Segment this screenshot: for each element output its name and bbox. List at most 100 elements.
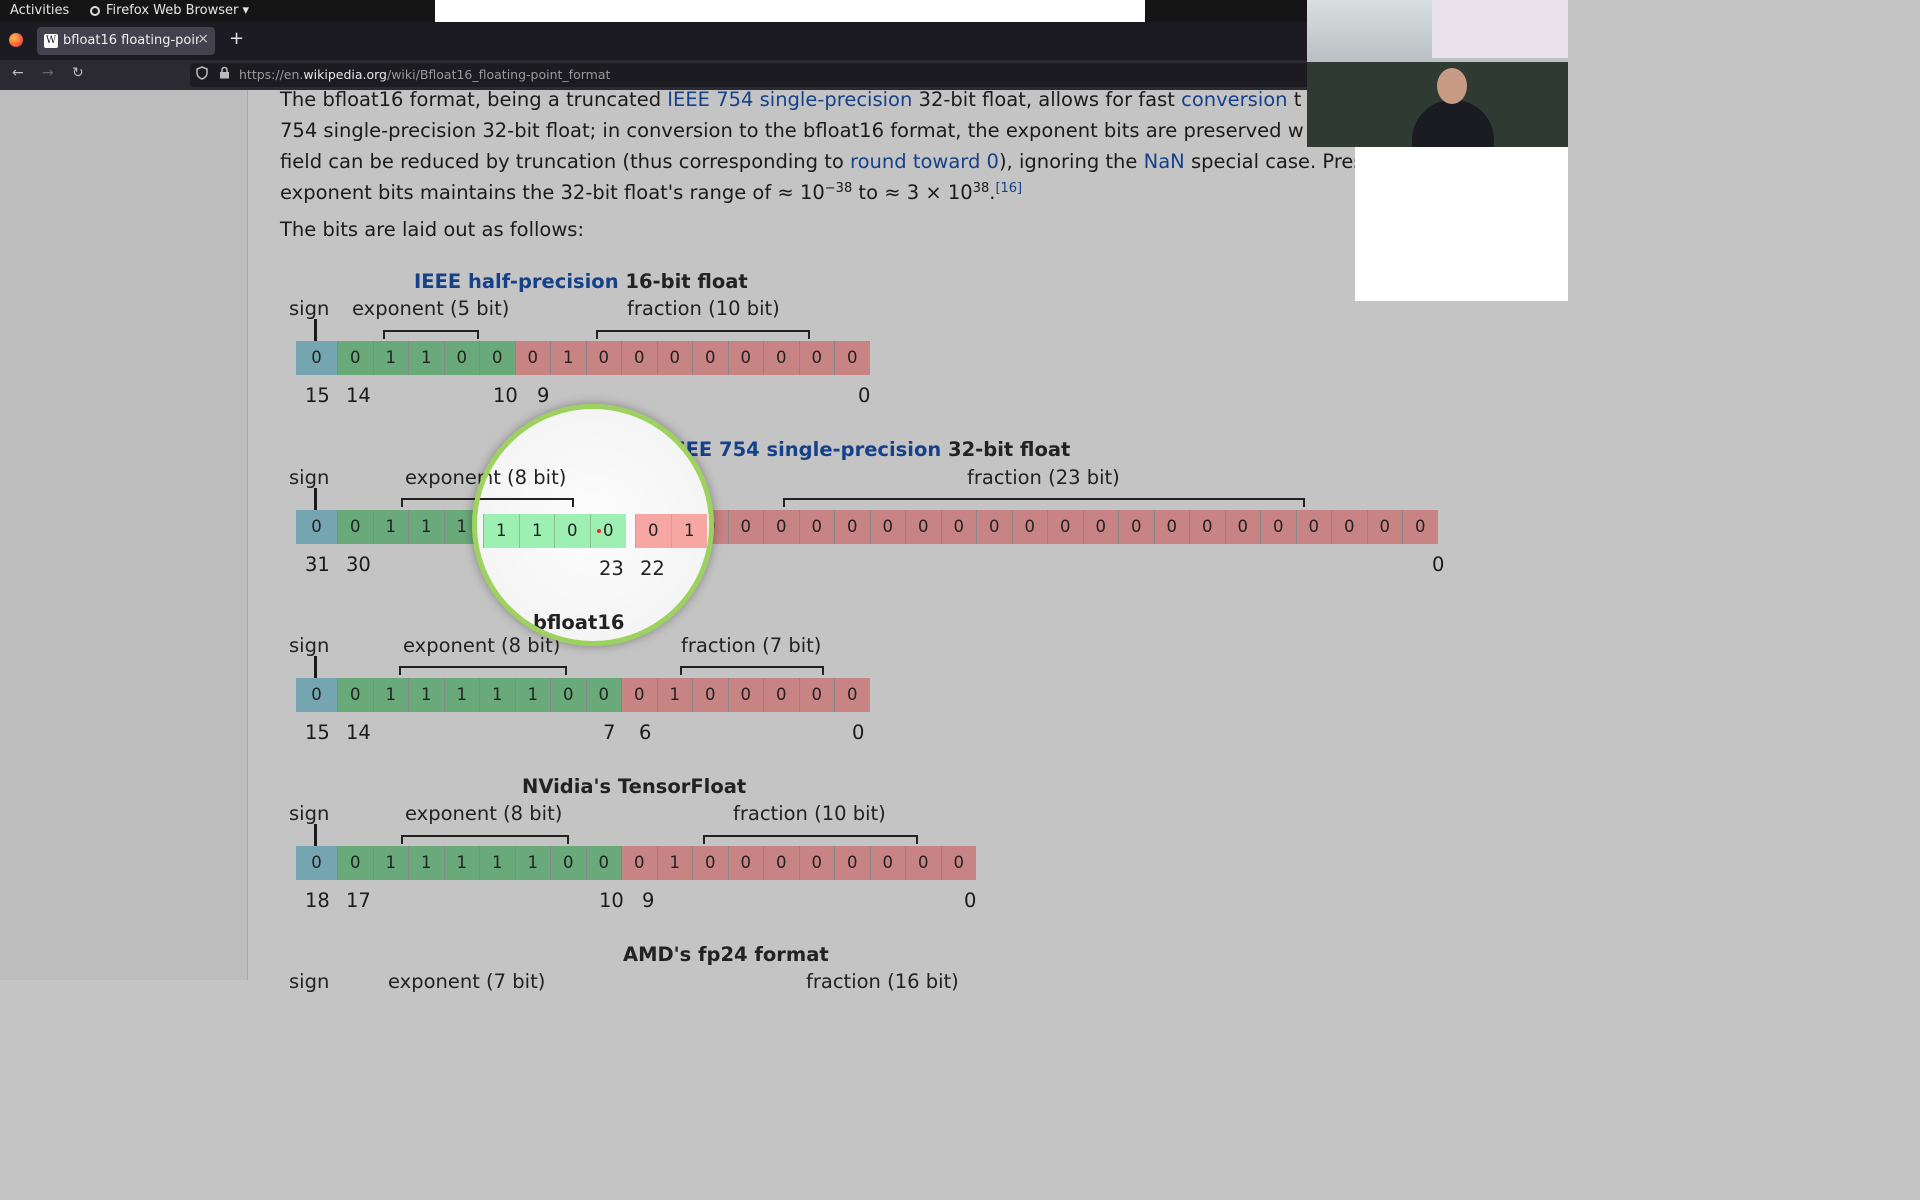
new-tab-button[interactable]: + <box>229 28 244 49</box>
fraction-bit: 0 <box>834 678 870 712</box>
firefox-view-icon[interactable] <box>9 33 23 47</box>
fraction-bit: 0 <box>798 678 834 712</box>
sign-label: sign <box>289 634 330 657</box>
link-ieee-half-precision[interactable]: IEEE half-precision <box>414 270 619 293</box>
fraction-bit: 0 <box>514 341 550 375</box>
app-menu-button[interactable]: Firefox Web Browser ▾ <box>90 3 249 18</box>
fraction-label: fraction (23 bit) <box>967 466 1120 489</box>
exponent-bracket <box>383 330 479 339</box>
reference-16-link[interactable]: [16] <box>995 181 1022 196</box>
exponent-label: exponent (7 bit) <box>388 970 546 993</box>
exponent-bit: 0 <box>337 678 373 712</box>
link-round-toward-0[interactable]: round toward 0 <box>850 150 999 173</box>
fraction-bit: 0 <box>1260 510 1296 544</box>
fraction-bit: 0 <box>621 341 657 375</box>
magnified-bit: 0 <box>635 514 671 548</box>
fraction-bit: 0 <box>905 846 941 880</box>
back-icon[interactable]: ← <box>12 65 24 81</box>
sign-pointer <box>314 319 317 341</box>
exponent-label: exponent (8 bit) <box>403 634 561 657</box>
webcam-overlay <box>1307 0 1568 147</box>
fraction-bit: 0 <box>905 510 941 544</box>
bit-index: 14 <box>346 721 371 744</box>
fraction-bit: 0 <box>1295 510 1331 544</box>
fraction-bracket <box>783 498 1305 507</box>
fraction-bit: 0 <box>834 510 870 544</box>
bit-index: 0 <box>964 889 977 912</box>
reload-icon[interactable]: ↻ <box>72 65 84 81</box>
bit-index: 18 <box>305 889 330 912</box>
text-run: to ≈ 3 × 10 <box>852 181 973 204</box>
fraction-bit: 0 <box>727 678 763 712</box>
single-title: IEEE 754 single-precision 32-bit float <box>665 438 1070 461</box>
activities-button[interactable]: Activities <box>10 3 69 18</box>
url-text[interactable]: https://en.wikipedia.org/wiki/Bfloat16_f… <box>239 67 610 82</box>
shield-icon[interactable] <box>196 66 208 83</box>
fraction-bit: 0 <box>1082 510 1118 544</box>
url-path: /wiki/Bfloat16_floating-point_format <box>386 67 611 82</box>
fraction-bit: 0 <box>763 846 799 880</box>
bit-index: 9 <box>537 384 550 407</box>
exponent-bit: 1 <box>408 510 444 544</box>
bit-index: 0 <box>1432 553 1445 576</box>
tensorfloat-title: NVidia's TensorFloat <box>522 775 747 798</box>
fraction-bit: 0 <box>798 510 834 544</box>
magnified-exponent-label: exponent (8 bit) <box>477 466 567 489</box>
tab-title: bfloat16 floating-point f <box>63 33 199 48</box>
overlay-white-bar <box>435 0 1145 22</box>
fraction-bit: 0 <box>1011 510 1047 544</box>
fraction-bit: 0 <box>763 678 799 712</box>
close-tab-icon[interactable]: × <box>197 31 209 47</box>
exponent-bit: 1 <box>372 846 408 880</box>
tab-bfloat16[interactable]: W bfloat16 floating-point f × <box>37 27 215 55</box>
overlay-white-box <box>1355 147 1568 301</box>
fraction-bit: 0 <box>621 678 657 712</box>
superscript: −38 <box>824 181 853 196</box>
fraction-bit: 0 <box>727 510 763 544</box>
half-title-rest: 16-bit float <box>618 270 748 293</box>
bit-index: 15 <box>305 384 330 407</box>
text-run: The bfloat16 format, being a truncated <box>280 90 668 111</box>
single-title-rest: 32-bit float <box>941 438 1071 461</box>
fraction-bracket <box>680 666 824 675</box>
magnified-bit: 0 <box>590 514 626 548</box>
exponent-bit: 1 <box>514 846 550 880</box>
fraction-label: fraction (16 bit) <box>806 970 959 993</box>
magnified-bit: 0 <box>554 514 590 548</box>
link-nan[interactable]: NaN <box>1144 150 1185 173</box>
exponent-bit: 1 <box>372 678 408 712</box>
fraction-bracket <box>596 330 810 339</box>
fraction-bit: 0 <box>727 341 763 375</box>
link-conversion[interactable]: conversion <box>1181 90 1287 111</box>
half-bit-row: 0011000100000000 <box>296 341 870 375</box>
bit-index: 31 <box>305 553 330 576</box>
exponent-label: exponent (5 bit) <box>352 297 510 320</box>
magnified-bit: 1 <box>483 514 519 548</box>
bit-index: 14 <box>346 384 371 407</box>
link-ieee-754-single[interactable]: IEEE 754 single-precision <box>667 90 912 111</box>
exponent-bracket <box>401 835 569 844</box>
text-run: ), ignoring the <box>998 150 1144 173</box>
bit-index: 0 <box>852 721 865 744</box>
link-ieee-754-single-precision[interactable]: IEEE 754 single-precision <box>665 438 941 461</box>
fraction-bit: 0 <box>976 510 1012 544</box>
fraction-bit: 1 <box>656 678 692 712</box>
sign-bit: 0 <box>296 510 337 544</box>
exponent-bit: 1 <box>514 678 550 712</box>
url-bar[interactable]: https://en.wikipedia.org/wiki/Bfloat16_f… <box>190 63 1330 87</box>
bit-index: 17 <box>346 889 371 912</box>
forward-icon[interactable]: → <box>42 65 54 81</box>
fraction-bracket <box>703 835 918 844</box>
exponent-bit: 1 <box>372 341 408 375</box>
fraction-bit: 0 <box>869 510 905 544</box>
fraction-bit: 0 <box>656 341 692 375</box>
app-menu-label: Firefox Web Browser <box>106 3 239 18</box>
bit-index: 15 <box>305 721 330 744</box>
exponent-bracket <box>399 666 567 675</box>
magnified-bit: 1 <box>671 514 707 548</box>
lock-icon[interactable] <box>219 66 230 82</box>
magnified-bfloat16-title: bfloat16 <box>533 611 625 634</box>
fraction-bit: 0 <box>834 341 870 375</box>
fraction-bit: 0 <box>727 846 763 880</box>
text-run: exponent bits maintains the 32-bit float… <box>280 181 825 204</box>
